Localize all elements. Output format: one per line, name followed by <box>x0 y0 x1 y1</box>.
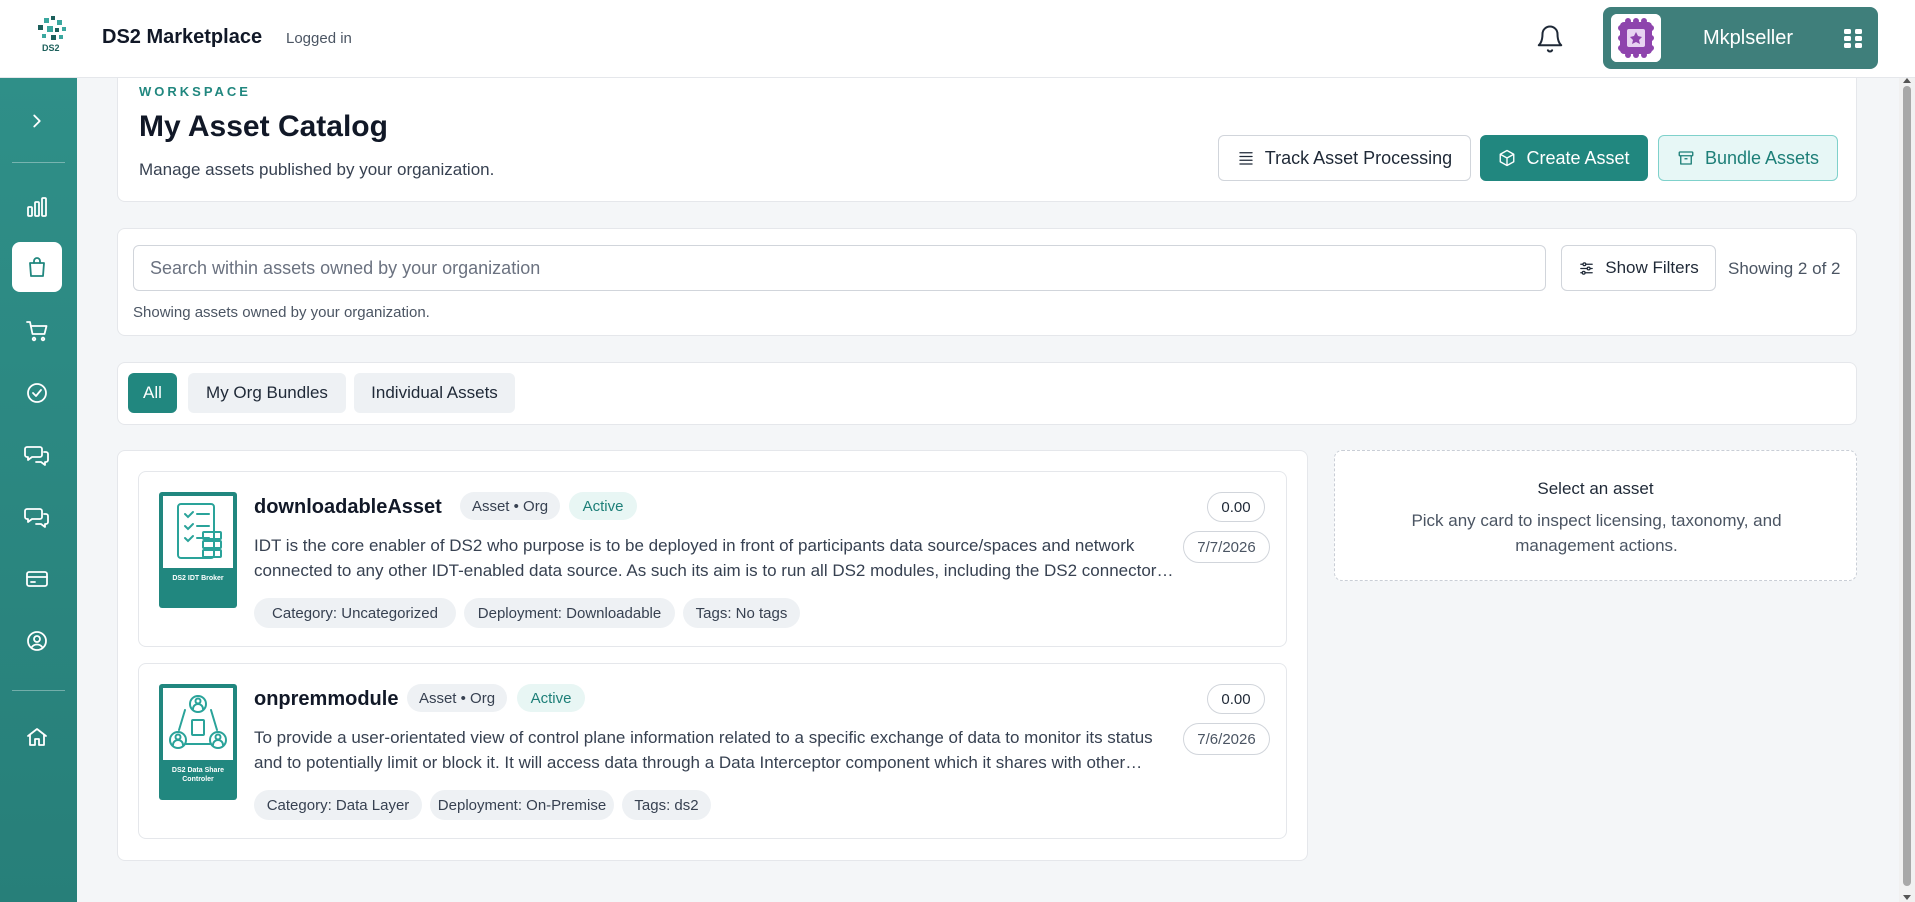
list-icon <box>1239 152 1253 165</box>
show-filters-label: Show Filters <box>1605 258 1699 277</box>
price-badge: 0.00 <box>1207 684 1265 714</box>
sliders-icon <box>1580 261 1594 275</box>
login-status: Logged in <box>286 30 352 47</box>
ds2-logo[interactable]: DS2 <box>24 14 80 64</box>
scrollbar-thumb[interactable] <box>1903 86 1911 886</box>
thumbnail-caption: DS2 IDT Broker <box>172 575 224 582</box>
sidebar-item-messages[interactable] <box>12 430 62 480</box>
credit-card-icon <box>26 571 48 587</box>
bundle-assets-label: Bundle Assets <box>1704 147 1820 168</box>
detail-subtitle: Pick any card to inspect licensing, taxo… <box>1411 511 1782 555</box>
scroll-up-arrow-icon[interactable] <box>1903 78 1911 83</box>
page-scrollbar[interactable] <box>1899 78 1915 902</box>
page-subtitle: Manage assets published by your organiza… <box>139 160 495 179</box>
status-badge: Active <box>517 684 585 712</box>
shopping-cart-icon <box>26 321 48 342</box>
tags-tag: Tags: ds2 <box>622 790 711 820</box>
asset-search-input[interactable] <box>133 245 1546 291</box>
home-icon <box>27 728 47 746</box>
app-title: DS2 Marketplace <box>102 26 263 48</box>
asset-description: To provide a user-orientated view of con… <box>254 728 1153 772</box>
sidebar-divider <box>12 162 65 163</box>
catalog-header: WORKSPACE My Asset Catalog Manage assets… <box>117 64 1857 202</box>
user-menu[interactable]: Mkplseller <box>1603 7 1878 69</box>
asset-type-badge: Asset • Org <box>460 492 560 520</box>
asset-thumbnail: DS2 Data Share Controler <box>159 684 237 800</box>
sidebar-item-analytics[interactable] <box>12 182 62 232</box>
cube-icon <box>1500 149 1515 167</box>
asset-type-badge: Asset • Org <box>407 684 507 712</box>
price-badge: 0.00 <box>1207 492 1265 522</box>
sidebar-item-billing[interactable] <box>12 554 62 604</box>
thumbnail-caption: DS2 Data Share Controler <box>171 767 225 783</box>
deployment-tag: Deployment: Downloadable <box>464 598 675 628</box>
sidebar-item-cart[interactable] <box>12 306 62 356</box>
date-badge: 7/7/2026 <box>1183 531 1270 563</box>
category-tag: Category: Uncategorized <box>254 598 456 628</box>
tab-all[interactable]: All <box>128 373 177 413</box>
tab-individual-assets[interactable]: Individual Assets <box>354 373 515 413</box>
sidebar-item-my-assets[interactable] <box>12 242 62 292</box>
create-asset-button[interactable]: Create Asset <box>1480 135 1648 181</box>
asset-tabs: All My Org Bundles Individual Assets <box>117 362 1857 425</box>
status-badge: Active <box>569 492 637 520</box>
sidebar <box>0 78 77 902</box>
user-name: Mkplseller <box>1703 27 1794 49</box>
search-hint: Showing assets owned by your organizatio… <box>133 304 430 321</box>
bar-chart-icon <box>27 197 47 217</box>
archive-icon <box>1678 151 1694 165</box>
scroll-down-arrow-icon[interactable] <box>1903 895 1911 900</box>
show-filters-button[interactable]: Show Filters <box>1561 245 1716 291</box>
top-bar: DS2 DS2 Marketplace Logged in Mkplseller <box>0 0 1915 78</box>
section-eyebrow: WORKSPACE <box>139 84 251 99</box>
thumbnail-artwork <box>163 688 233 760</box>
chat-bubbles-icon <box>24 446 49 466</box>
chevron-right-icon <box>33 114 41 128</box>
create-asset-label: Create Asset <box>1526 147 1630 168</box>
chat-bubbles-icon <box>24 508 49 528</box>
asset-description: IDT is the core enabler of DS2 who purpo… <box>254 536 1157 580</box>
track-asset-processing-button[interactable]: Track Asset Processing <box>1218 135 1471 181</box>
asset-detail-panel: Select an asset Pick any card to inspect… <box>1334 450 1857 581</box>
shopping-bag-icon <box>29 257 45 277</box>
apps-grid-icon[interactable] <box>1843 28 1863 48</box>
bundle-assets-button[interactable]: Bundle Assets <box>1658 135 1838 181</box>
asset-card[interactable]: DS2 IDT Broker downloadableAsset Asset •… <box>138 471 1287 647</box>
sidebar-divider <box>12 690 65 691</box>
sidebar-item-discussions[interactable] <box>12 492 62 542</box>
avatar <box>1611 14 1661 62</box>
bell-icon[interactable] <box>1535 24 1565 54</box>
deployment-tag: Deployment: On-Premise <box>430 790 614 820</box>
track-asset-processing-label: Track Asset Processing <box>1264 147 1453 168</box>
tags-tag: Tags: No tags <box>683 598 800 628</box>
asset-card[interactable]: DS2 Data Share Controler onpremmodule As… <box>138 663 1287 839</box>
asset-thumbnail: DS2 IDT Broker <box>159 492 237 608</box>
result-count: Showing 2 of 2 <box>1728 259 1841 278</box>
detail-title: Select an asset <box>1537 479 1654 498</box>
sidebar-expand-button[interactable] <box>12 96 62 146</box>
logo-text: DS2 <box>42 43 60 53</box>
asset-list: DS2 IDT Broker downloadableAsset Asset •… <box>117 450 1308 861</box>
category-tag: Category: Data Layer <box>254 790 422 820</box>
tab-my-org-bundles[interactable]: My Org Bundles <box>188 373 346 413</box>
sidebar-item-home[interactable] <box>12 712 62 762</box>
asset-name[interactable]: onpremmodule <box>254 688 398 711</box>
thumbnail-artwork <box>163 496 233 568</box>
asset-name[interactable]: downloadableAsset <box>254 496 442 519</box>
page-title: My Asset Catalog <box>139 110 388 143</box>
sidebar-item-profile[interactable] <box>12 616 62 666</box>
search-panel: Show Filters Showing 2 of 2 Showing asse… <box>117 228 1857 336</box>
sidebar-item-approvals[interactable] <box>12 368 62 418</box>
user-circle-icon <box>27 631 47 651</box>
date-badge: 7/6/2026 <box>1183 723 1270 755</box>
check-circle-icon <box>27 383 47 403</box>
